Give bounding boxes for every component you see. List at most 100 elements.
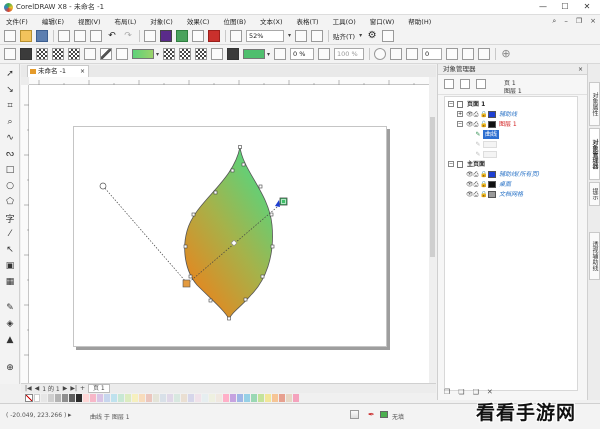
palette-swatch[interactable] — [202, 394, 208, 402]
palette-swatch[interactable] — [167, 394, 173, 402]
uniform-fill-icon[interactable] — [20, 48, 32, 60]
close-docker-icon[interactable]: × — [578, 64, 583, 75]
lock-icon[interactable]: 🔒 — [480, 191, 487, 198]
tree-row-master-page[interactable]: − 主页面 — [445, 160, 577, 169]
lock-icon[interactable]: 🔒 — [480, 171, 487, 178]
chevron-down-icon[interactable]: ▾ — [288, 32, 291, 39]
interactive-fill-icon[interactable]: ◈ — [4, 318, 16, 330]
vertical-scrollbar-thumb[interactable] — [430, 117, 435, 257]
palette-swatch[interactable] — [118, 394, 124, 402]
new-layer-icon[interactable]: ❐ — [444, 388, 450, 396]
palette-swatch[interactable] — [188, 394, 194, 402]
document-tab[interactable]: 未命名 -1 × — [27, 65, 89, 77]
palette-swatch[interactable] — [174, 394, 180, 402]
menu-object[interactable]: 对象(C) — [150, 16, 173, 26]
palette-swatch[interactable] — [251, 394, 257, 402]
zoom-tool-icon[interactable]: ⌕ — [4, 116, 16, 128]
node-color-swatch[interactable] — [243, 49, 266, 59]
text-tool-icon[interactable]: 字 — [4, 212, 16, 225]
visibility-eye-icon[interactable]: 👁 — [466, 111, 474, 118]
print-icon[interactable]: ⎙ — [473, 111, 479, 118]
palette-swatch[interactable] — [97, 394, 103, 402]
layer-color-swatch[interactable] — [488, 191, 496, 198]
palette-swatch[interactable] — [111, 394, 117, 402]
postscript-fill-icon[interactable] — [116, 48, 128, 60]
delete-icon[interactable]: ✕ — [487, 388, 493, 396]
undo-icon[interactable]: ↶ — [106, 30, 118, 42]
search-content-icon[interactable] — [144, 29, 156, 42]
node-transparency-field[interactable]: 0 % — [290, 48, 315, 60]
layer-manager-icon[interactable] — [460, 79, 470, 89]
palette-swatch[interactable] — [230, 394, 236, 402]
chevron-down-icon[interactable]: ▾ — [359, 32, 362, 39]
collapse-icon[interactable]: − — [448, 101, 454, 107]
cut-icon[interactable] — [58, 29, 70, 42]
tree-row-document-grid[interactable]: 👁 ⎙ 🔒 文档网格 — [445, 190, 577, 199]
close-tab-icon[interactable]: × — [80, 66, 85, 77]
ruler-origin[interactable] — [21, 77, 29, 85]
copy-fill-icon[interactable] — [462, 48, 475, 60]
bitmap-pattern-icon[interactable] — [68, 48, 80, 60]
app-launcher-icon[interactable] — [230, 29, 242, 42]
visibility-eye-icon[interactable]: 👁 — [466, 171, 474, 178]
visibility-eye-icon[interactable]: 👁 — [466, 191, 474, 198]
menu-help[interactable]: 帮助(H) — [408, 16, 431, 26]
connector-tool-icon[interactable]: ↖ — [4, 244, 16, 256]
pick-tool-icon[interactable]: ➚ — [4, 68, 16, 80]
tree-row-desktop[interactable]: 👁 ⎙ 🔒 桌面 — [445, 180, 577, 189]
palette-swatch[interactable] — [244, 394, 250, 402]
palette-swatch[interactable] — [153, 394, 159, 402]
edit-fill-icon[interactable] — [478, 48, 491, 60]
palette-swatch[interactable] — [286, 394, 292, 402]
visibility-eye-icon[interactable]: 👁 — [466, 121, 474, 128]
palette-swatch[interactable] — [237, 394, 243, 402]
restore-doc-icon[interactable]: ❐ — [576, 17, 582, 25]
add-preset-icon[interactable]: ⊕ — [500, 48, 512, 60]
copy-icon[interactable] — [74, 29, 86, 42]
palette-swatch[interactable] — [90, 394, 96, 402]
shape-tool-icon[interactable]: ↘ — [4, 84, 16, 96]
fill-picker-icon[interactable] — [163, 48, 176, 60]
menu-text[interactable]: 文本(X) — [260, 16, 283, 26]
menu-table[interactable]: 表格(T) — [297, 16, 319, 26]
palette-swatch[interactable] — [132, 394, 138, 402]
menu-view[interactable]: 视图(V) — [78, 16, 101, 26]
add-tool-icon[interactable]: ⊕ — [4, 362, 16, 374]
view-options-icon[interactable] — [444, 79, 454, 89]
palette-swatch[interactable] — [293, 394, 299, 402]
outline-color-swatch[interactable] — [380, 411, 388, 418]
rectangle-tool-icon[interactable]: □ — [4, 164, 16, 176]
palette-swatch[interactable] — [34, 394, 40, 402]
acceleration-icon[interactable] — [406, 48, 419, 60]
palette-swatch[interactable] — [265, 394, 271, 402]
palette-swatch[interactable] — [125, 394, 131, 402]
save-icon[interactable] — [36, 29, 48, 42]
free-scale-icon[interactable] — [446, 48, 459, 60]
tree-row-guides[interactable]: + 👁 ⎙ 🔒 辅助线 — [445, 110, 577, 119]
page-tab[interactable]: 页 1 — [88, 384, 110, 393]
palette-swatch[interactable] — [104, 394, 110, 402]
print-icon[interactable]: ⎙ — [473, 191, 479, 198]
lock-icon[interactable]: 🔒 — [480, 181, 487, 188]
tab-hints[interactable]: 提示 — [589, 182, 600, 206]
chevron-down-icon[interactable]: ▾ — [267, 51, 270, 58]
fill-indicator-icon[interactable] — [350, 410, 359, 419]
expand-icon[interactable]: + — [457, 111, 463, 117]
ellipse-tool-icon[interactable]: ○ — [4, 180, 16, 192]
prev-page-button[interactable]: ◀ — [35, 385, 40, 392]
no-color-swatch[interactable] — [25, 394, 33, 402]
zoom-level-field[interactable]: 52% — [246, 29, 284, 42]
shadow-tool-icon[interactable]: ▣ — [4, 260, 16, 272]
new-document-icon[interactable] — [4, 29, 16, 42]
tab-object-properties[interactable]: 对象属性 — [589, 82, 600, 126]
polygon-tool-icon[interactable]: ⬠ — [4, 196, 16, 208]
menu-layout[interactable]: 布局(L) — [115, 16, 137, 26]
options-gear-icon[interactable]: ⚙ — [366, 30, 378, 42]
palette-swatch[interactable] — [223, 394, 229, 402]
new-master-layer-icon[interactable]: ❏ — [458, 388, 464, 396]
menu-window[interactable]: 窗口(W) — [370, 16, 395, 26]
add-page-button[interactable]: + — [80, 385, 85, 392]
fill-start-node[interactable] — [182, 279, 191, 288]
horizontal-ruler[interactable] — [29, 77, 436, 85]
print-icon[interactable]: ⎙ — [473, 121, 479, 128]
